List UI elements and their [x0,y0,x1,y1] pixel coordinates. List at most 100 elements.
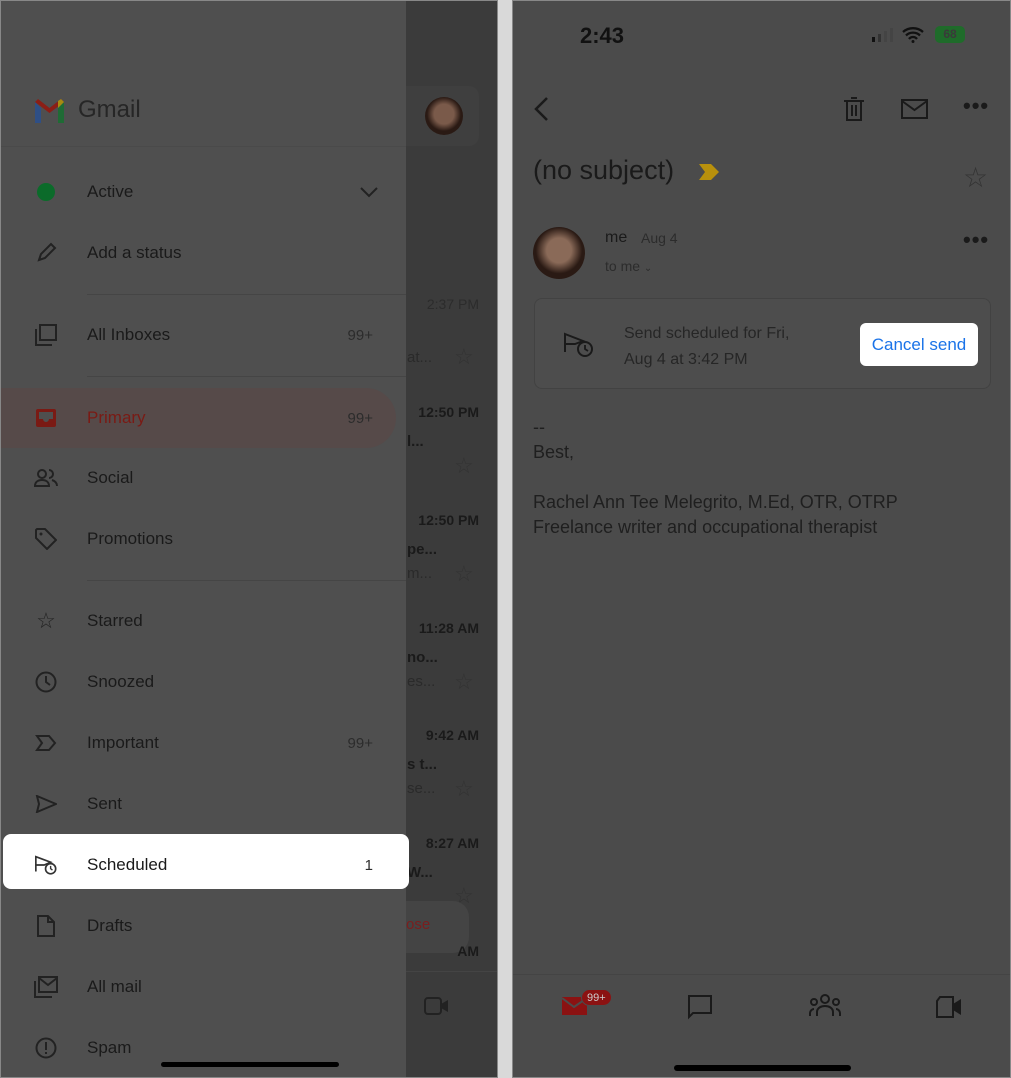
divider [87,376,406,377]
status-time: 2:43 [580,23,625,48]
email-snippet: se... [407,780,436,797]
trash-icon[interactable] [843,97,865,121]
email-snippet: W... [407,864,433,881]
sidebar-item-snoozed[interactable]: Snoozed [1,654,406,710]
item-count: 1 [364,856,373,874]
email-snippet: s t... [407,756,438,773]
scheduled-send-icon [563,332,595,358]
add-status-button[interactable]: Add a status [1,225,406,281]
item-count: 99+ [347,409,373,427]
left-phone-screen: 2:37 PM at... ☆ 12:50 PM l... ☆ 12:50 PM… [0,0,498,1078]
home-indicator[interactable] [674,1065,851,1071]
header-divider [1,146,406,147]
status-selector[interactable]: Active [1,164,406,220]
recipient-label: to me [605,258,641,274]
avatar[interactable] [425,97,463,135]
pencil-icon [34,241,58,265]
email-snippet: at... [407,349,433,366]
item-label: Social [87,468,134,487]
sidebar-item-all-inboxes[interactable]: All Inboxes 99+ [1,307,406,363]
sidebar-item-promotions[interactable]: Promotions [1,511,406,567]
sidebar-item-primary[interactable]: Primary 99+ [1,390,406,446]
email-time: 2:37 PM [426,296,479,312]
chat-icon[interactable] [687,994,713,1020]
tag-icon [34,527,58,551]
message-more-icon[interactable]: ••• [963,227,989,253]
right-phone-screen: 2:43 68 ••• (no subject) ☆ me Aug 4 to m… [512,0,1011,1078]
sender-name: me [605,229,628,246]
star-icon[interactable]: ☆ [963,161,988,194]
sidebar-item-scheduled[interactable]: Scheduled 1 [1,837,406,893]
item-label: Starred [87,611,143,630]
body-line: Best, [533,442,575,462]
scheduled-send-icon [34,853,58,877]
unread-badge: 99+ [581,989,612,1006]
bottom-nav-divider [513,974,1010,975]
star-icon[interactable]: ☆ [454,669,474,695]
item-label: Scheduled [87,855,168,874]
divider [87,294,406,295]
mark-unread-icon[interactable] [901,99,928,119]
important-marker-icon[interactable] [698,163,720,181]
item-label: Spam [87,1038,132,1057]
compose-label[interactable]: ose [406,916,430,933]
email-time: 9:42 AM [425,727,479,743]
star-icon[interactable]: ☆ [454,344,474,370]
all-inboxes-icon [34,323,58,347]
star-icon[interactable]: ☆ [454,561,474,587]
divider [87,580,406,581]
send-icon [34,792,58,816]
sidebar-item-drafts[interactable]: Drafts [1,898,406,954]
more-options-icon[interactable]: ••• [963,93,989,119]
email-time: 12:50 PM [418,404,479,420]
email-snippet: no... [407,649,438,666]
body-line: -- [533,417,545,437]
home-indicator[interactable] [161,1062,339,1067]
email-time: 11:28 AM [418,620,479,636]
status-dot-icon [34,180,58,204]
item-label: All Inboxes [87,325,171,344]
schedule-line-1: Send scheduled for Fri, [624,325,790,342]
cancel-send-button[interactable]: Cancel send [860,323,978,366]
body-line [533,465,898,490]
video-icon[interactable] [424,996,450,1016]
star-icon[interactable]: ☆ [454,453,474,479]
email-snippet: es... [407,673,436,690]
back-icon[interactable] [533,96,549,122]
sidebar-item-spam[interactable]: Spam [1,1020,406,1076]
body-line: Rachel Ann Tee Melegrito, M.Ed, OTR, OTR… [533,492,898,512]
email-snippet: pe... [407,541,438,558]
sidebar-item-important[interactable]: Important 99+ [1,715,406,771]
chevron-down-icon[interactable] [359,186,379,198]
sidebar-item-sent[interactable]: Sent [1,776,406,832]
item-count: 99+ [347,734,373,752]
sidebar-item-social[interactable]: Social [1,450,406,506]
clock-icon [34,670,58,694]
sender-avatar[interactable] [533,227,585,279]
item-label: Promotions [87,529,173,548]
schedule-text: Send scheduled for Fri, Aug 4 at 3:42 PM [624,321,789,373]
sidebar-item-starred[interactable]: ☆ Starred [1,593,406,649]
important-icon [34,731,58,755]
email-snippet: l... [407,433,424,450]
item-label: Important [87,733,159,752]
email-date: Aug 4 [641,230,678,246]
bottom-nav-divider [406,971,497,972]
meet-video-icon[interactable] [935,996,963,1018]
star-icon[interactable]: ☆ [454,776,474,802]
wifi-icon [902,26,924,43]
item-label: Sent [87,794,122,813]
chevron-down-icon: ⌄ [643,263,653,274]
sidebar-item-all-mail[interactable]: All mail [1,959,406,1015]
spaces-icon[interactable] [809,994,841,1018]
item-label: Primary [87,408,146,427]
item-count: 99+ [347,326,373,344]
battery-icon: 68 [935,26,965,43]
recipient-toggle[interactable]: to me ⌄ [605,258,652,274]
email-time: AM [457,943,479,959]
people-icon [34,466,58,490]
draft-icon [34,914,58,938]
item-label: Snoozed [87,672,155,691]
add-status-label: Add a status [87,243,182,262]
email-time: 8:27 AM [425,835,479,851]
